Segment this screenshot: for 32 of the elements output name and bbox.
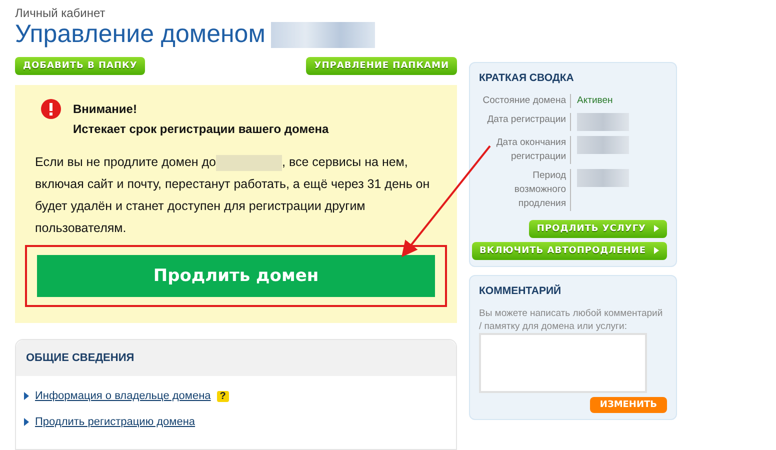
summary-label: Дата окончания регистрации bbox=[479, 136, 571, 164]
page-title: Управление доменом bbox=[15, 20, 266, 49]
triangle-icon bbox=[654, 247, 659, 254]
bullet-icon bbox=[24, 392, 29, 400]
alert-icon bbox=[41, 99, 61, 119]
warning-text: Если вы не продлите домен до , все сервисы на нем, включая сайт и почту, перестанут работать, а ещё через 31 день он будет удалён и станет доступен для регистрации другим пользователям. bbox=[35, 154, 431, 237]
summary-label: Период возможного продления bbox=[479, 169, 571, 211]
bullet-icon bbox=[24, 418, 29, 426]
triangle-icon bbox=[654, 225, 659, 232]
renew-domain-button[interactable]: Продлить домен bbox=[37, 255, 435, 297]
breadcrumb: Личный кабинет bbox=[15, 6, 106, 20]
info-link[interactable]: Продлить регистрацию домена bbox=[35, 416, 196, 428]
change-button[interactable]: ИЗМЕНИТЬ bbox=[590, 397, 667, 413]
comment-hint: Вы можете написать любой комментарий / памятку для домена или услуги: bbox=[479, 307, 664, 333]
summary-label: Состояние домена bbox=[479, 94, 571, 108]
summary-label: Дата регистрации bbox=[479, 113, 571, 131]
info-link[interactable]: Информация о владельце домена bbox=[35, 390, 211, 402]
panel-title: КРАТКАЯ СВОДКА bbox=[479, 72, 575, 84]
card-title: ОБЩИЕ СВЕДЕНИЯ bbox=[16, 340, 456, 376]
service-button[interactable]: ПРОДЛИТЬ УСЛУГУ bbox=[528, 220, 667, 238]
warning-heading: Внимание! bbox=[73, 101, 138, 118]
service-button[interactable]: ВКЛЮЧИТЬ АВТОПРОДЛЕНИЕ bbox=[472, 242, 667, 260]
blurred-value bbox=[577, 169, 629, 187]
help-badge[interactable]: ? bbox=[216, 390, 229, 402]
folder-button[interactable]: УПРАВЛЕНИЕ ПАПКАМИ bbox=[306, 57, 457, 75]
comment-field[interactable] bbox=[479, 333, 647, 393]
summary-value: Активен bbox=[577, 94, 614, 108]
blurred-value bbox=[577, 113, 629, 131]
blurred-value bbox=[577, 136, 629, 154]
warning-subheading: Истекает срок регистрации вашего домена bbox=[73, 121, 329, 138]
folder-button[interactable]: ДОБАВИТЬ В ПАПКУ bbox=[15, 57, 146, 75]
panel-title: КОММЕНТАРИЙ bbox=[479, 285, 562, 297]
